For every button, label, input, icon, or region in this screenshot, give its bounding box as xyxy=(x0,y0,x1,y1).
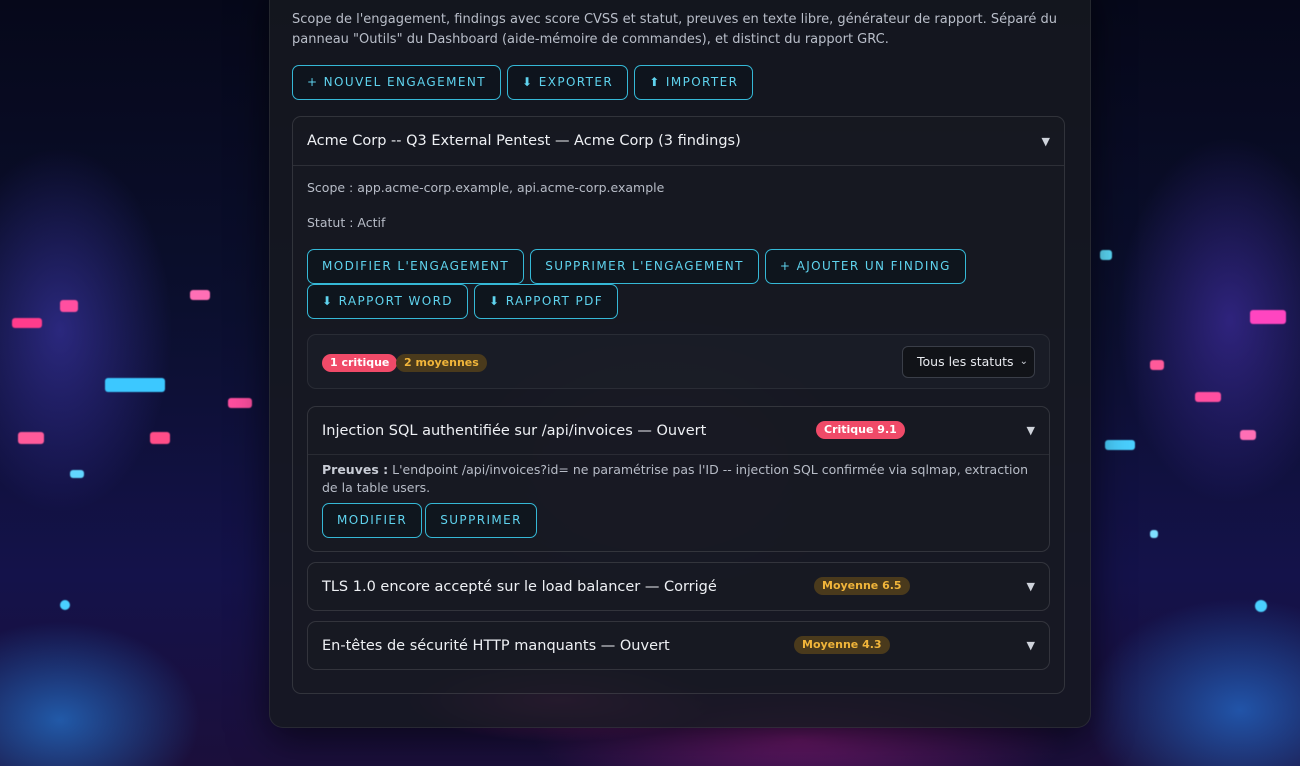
status-filter-select[interactable]: Tous les statuts ⌄ xyxy=(902,346,1035,378)
engagement-status: Statut : Actif xyxy=(307,215,386,230)
top-actions: + NOUVEL ENGAGEMENT ⬇ EXPORTER ⬆ IMPORTE… xyxy=(292,65,754,100)
chevron-down-icon: ⌄ xyxy=(1019,356,1028,367)
engagement-actions-row-2: ⬇ RAPPORT WORD ⬇ RAPPORT PDF xyxy=(307,284,619,319)
edit-engagement-button[interactable]: MODIFIER L'ENGAGEMENT xyxy=(307,249,525,284)
collapse-caret-icon[interactable]: ▼ xyxy=(1027,639,1035,652)
engagement-actions-row-1: MODIFIER L'ENGAGEMENT SUPPRIMER L'ENGAGE… xyxy=(307,249,967,284)
word-report-button[interactable]: ⬇ RAPPORT WORD xyxy=(307,284,468,319)
collapse-caret-icon[interactable]: ▼ xyxy=(1027,580,1035,593)
severity-badge: Moyenne 4.3 xyxy=(794,636,890,654)
finding-proof: Preuves : L'endpoint /api/invoices?id= n… xyxy=(322,461,1035,497)
export-button[interactable]: ⬇ EXPORTER xyxy=(507,65,629,100)
engagement-scope: Scope : app.acme-corp.example, api.acme-… xyxy=(307,180,665,195)
new-engagement-button[interactable]: + NOUVEL ENGAGEMENT xyxy=(292,65,501,100)
pentest-panel: Scope de l'engagement, findings avec sco… xyxy=(269,0,1091,728)
findings-summary: 1 critique 2 moyennes Tous les statuts ⌄ xyxy=(307,334,1050,389)
pdf-report-button[interactable]: ⬇ RAPPORT PDF xyxy=(474,284,619,319)
finding-item: En-têtes de sécurité HTTP manquants — Ou… xyxy=(307,621,1050,670)
finding-header[interactable]: En-têtes de sécurité HTTP manquants — Ou… xyxy=(308,622,1049,669)
finding-item: TLS 1.0 encore accepté sur le load balan… xyxy=(307,562,1050,611)
collapse-caret-icon[interactable]: ▼ xyxy=(1042,135,1050,148)
severity-badge: Moyenne 6.5 xyxy=(814,577,910,595)
proof-label: Preuves : xyxy=(322,462,389,477)
delete-engagement-button[interactable]: SUPPRIMER L'ENGAGEMENT xyxy=(530,249,759,284)
engagement-title: Acme Corp -- Q3 External Pentest — Acme … xyxy=(307,133,741,149)
severity-badge: Critique 9.1 xyxy=(816,421,905,439)
finding-header[interactable]: Injection SQL authentifiée sur /api/invo… xyxy=(308,407,1049,454)
finding-header[interactable]: TLS 1.0 encore accepté sur le load balan… xyxy=(308,563,1049,610)
import-button[interactable]: ⬆ IMPORTER xyxy=(634,65,754,100)
edit-finding-button[interactable]: MODIFIER xyxy=(322,503,423,538)
status-filter-value: Tous les statuts xyxy=(917,354,1014,369)
delete-finding-button[interactable]: SUPPRIMER xyxy=(425,503,537,538)
finding-title: En-têtes de sécurité HTTP manquants — Ou… xyxy=(322,637,670,654)
finding-title: Injection SQL authentifiée sur /api/invo… xyxy=(322,422,707,439)
finding-actions: MODIFIER SUPPRIMER xyxy=(322,503,1035,538)
engagement-header[interactable]: Acme Corp -- Q3 External Pentest — Acme … xyxy=(293,117,1064,166)
medium-count-badge: 2 moyennes xyxy=(396,354,487,372)
finding-item: Injection SQL authentifiée sur /api/invo… xyxy=(307,406,1050,552)
collapse-caret-icon[interactable]: ▼ xyxy=(1027,424,1035,437)
add-finding-button[interactable]: + AJOUTER UN FINDING xyxy=(764,249,966,284)
engagement-card: Acme Corp -- Q3 External Pentest — Acme … xyxy=(292,116,1065,694)
proof-text: L'endpoint /api/invoices?id= ne paramétr… xyxy=(322,462,1029,495)
finding-body: Preuves : L'endpoint /api/invoices?id= n… xyxy=(308,454,1049,538)
panel-description: Scope de l'engagement, findings avec sco… xyxy=(292,12,1058,47)
critical-count-badge: 1 critique xyxy=(322,354,398,372)
finding-title: TLS 1.0 encore accepté sur le load balan… xyxy=(322,578,717,595)
